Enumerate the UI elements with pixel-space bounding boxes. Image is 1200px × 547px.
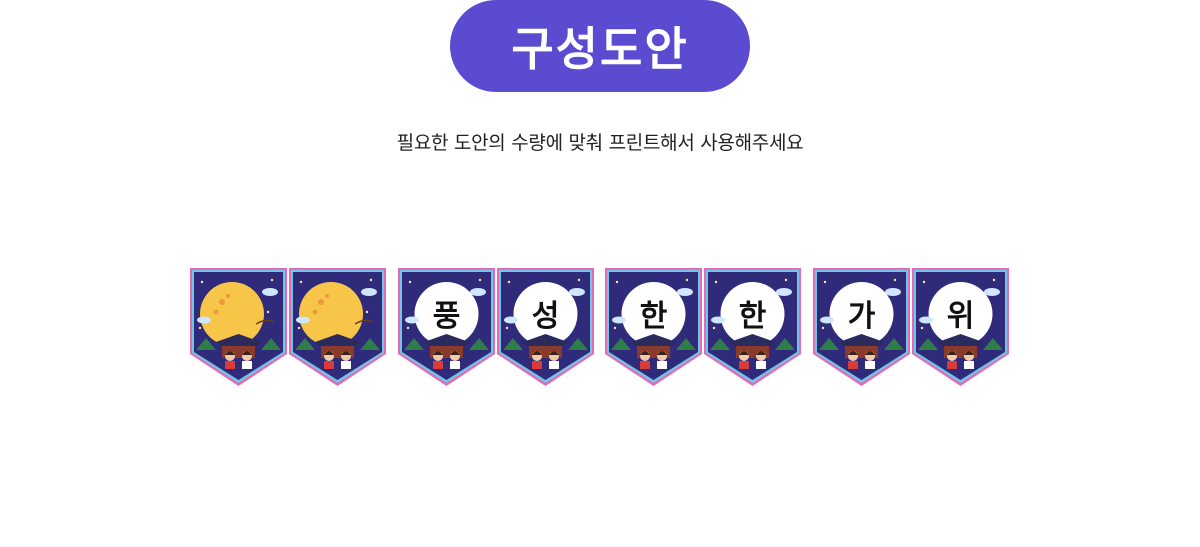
star-icon <box>198 326 202 330</box>
hanbok-icon <box>450 361 460 369</box>
star-icon <box>365 310 369 314</box>
pennant-letter-4: 한 <box>704 268 801 386</box>
cloud-icon <box>612 316 626 324</box>
star-icon <box>406 326 410 330</box>
star-icon <box>507 280 511 284</box>
pennant-graphic <box>190 268 287 386</box>
hanbok-icon <box>739 361 749 369</box>
star-icon <box>784 278 788 282</box>
star-icon <box>505 326 509 330</box>
star-icon <box>299 280 303 284</box>
star-icon <box>297 326 301 330</box>
pennant-letter: 풍 <box>433 299 461 334</box>
cloud-icon <box>361 288 377 296</box>
pennant-graphic: 위 <box>912 268 1009 386</box>
hanbok-icon <box>640 361 650 369</box>
cloud-icon <box>197 316 211 324</box>
pennant-graphic: 풍 <box>398 268 495 386</box>
hanbok-icon <box>947 361 957 369</box>
cloud-icon <box>984 288 1000 296</box>
hanbok-icon <box>657 361 667 369</box>
star-icon <box>615 280 619 284</box>
hanbok-icon <box>865 361 875 369</box>
cloud-icon <box>569 288 585 296</box>
star-icon <box>685 278 689 282</box>
star-icon <box>408 280 412 284</box>
pennant-letter: 한 <box>640 299 668 334</box>
hanbok-icon <box>341 361 351 369</box>
star-icon <box>613 326 617 330</box>
star-icon <box>992 278 996 282</box>
hanbok-icon <box>848 361 858 369</box>
cloud-icon <box>470 288 486 296</box>
star-icon <box>478 278 482 282</box>
cloud-icon <box>504 316 518 324</box>
star-icon <box>714 280 718 284</box>
pennant-moon-1 <box>190 268 287 386</box>
pennant-letter: 가 <box>848 299 876 334</box>
hanbok-icon <box>225 361 235 369</box>
star-icon <box>369 278 373 282</box>
star-icon <box>823 280 827 284</box>
pennant-letter: 성 <box>532 299 560 334</box>
star-icon <box>266 310 270 314</box>
moon-crater <box>312 309 318 315</box>
cloud-icon <box>711 316 725 324</box>
pennant-letter-3: 한 <box>605 268 702 386</box>
pennant-graphic: 가 <box>813 268 910 386</box>
hanbok-icon <box>549 361 559 369</box>
moon-crater <box>318 299 324 305</box>
cloud-icon <box>776 288 792 296</box>
pennant-graphic <box>289 268 386 386</box>
moon-crater <box>325 294 329 298</box>
cloud-icon <box>820 316 834 324</box>
cloud-icon <box>919 316 933 324</box>
star-icon <box>821 326 825 330</box>
pennant-letter-6: 위 <box>912 268 1009 386</box>
pennant-letter: 한 <box>739 299 767 334</box>
hanbok-icon <box>242 361 252 369</box>
page-subtitle: 필요한 도안의 수량에 맞춰 프린트해서 사용해주세요 <box>396 132 804 154</box>
hanbok-icon <box>756 361 766 369</box>
star-icon <box>270 278 274 282</box>
star-icon <box>893 278 897 282</box>
cloud-icon <box>677 288 693 296</box>
title-pill: 구성도안 <box>450 0 750 92</box>
moon-crater <box>213 309 219 315</box>
star-icon <box>577 278 581 282</box>
pennant-graphic: 한 <box>704 268 801 386</box>
star-icon <box>712 326 716 330</box>
pennant-letter-2: 성 <box>497 268 594 386</box>
cloud-icon <box>405 316 419 324</box>
page-title: 구성도안 <box>511 22 689 76</box>
cloud-icon <box>262 288 278 296</box>
pennant-letter-1: 풍 <box>398 268 495 386</box>
pennant-graphic: 성 <box>497 268 594 386</box>
moon-crater <box>226 294 230 298</box>
hanbok-icon <box>324 361 334 369</box>
pennant-letter-5: 가 <box>813 268 910 386</box>
cloud-icon <box>296 316 310 324</box>
star-icon <box>922 280 926 284</box>
pennant-moon-2 <box>289 268 386 386</box>
pennant-letter: 위 <box>947 299 975 334</box>
moon-crater <box>219 299 225 305</box>
pennant-graphic: 한 <box>605 268 702 386</box>
star-icon <box>200 280 204 284</box>
hanbok-icon <box>532 361 542 369</box>
cloud-icon <box>885 288 901 296</box>
hanbok-icon <box>433 361 443 369</box>
star-icon <box>920 326 924 330</box>
hanbok-icon <box>964 361 974 369</box>
